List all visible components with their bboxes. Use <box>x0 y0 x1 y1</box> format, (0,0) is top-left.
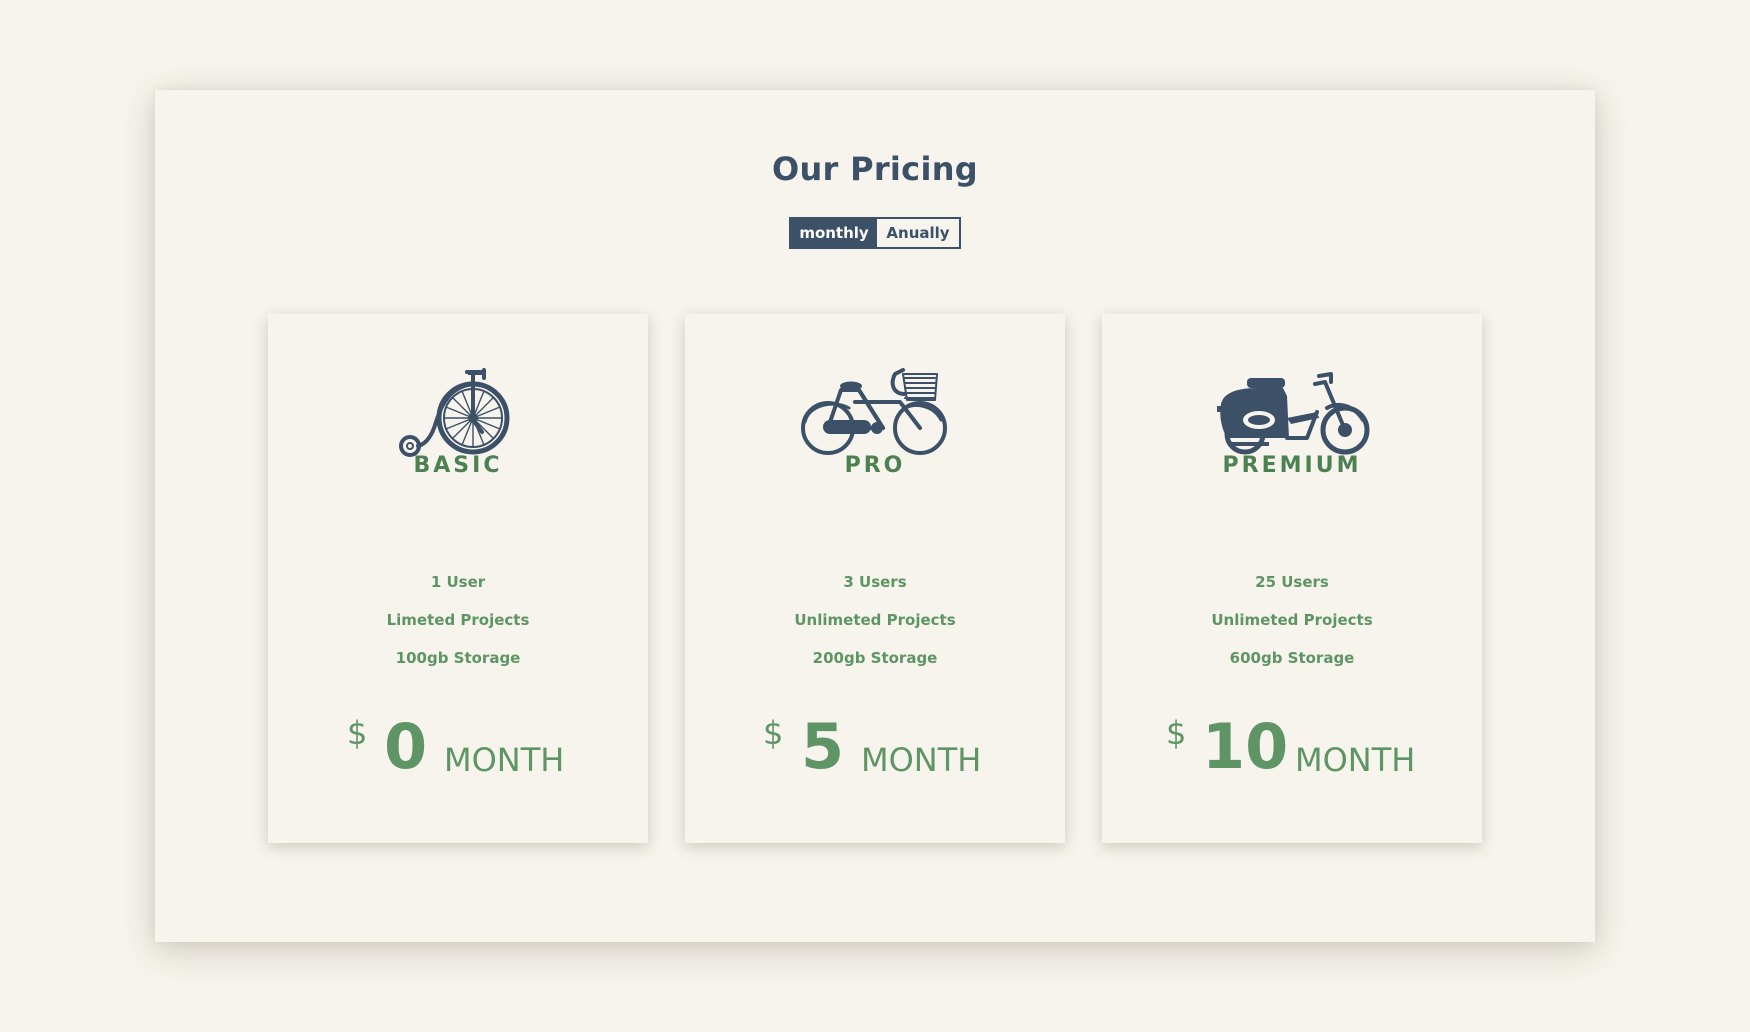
price-amount: 0 <box>384 710 428 783</box>
billing-toggle: monthly Anually <box>789 217 961 249</box>
feature-users: 1 User <box>430 573 486 591</box>
bicycle-icon <box>685 362 1065 462</box>
price-period: MONTH <box>861 741 982 779</box>
plan-card-premium[interactable]: PREMIUM 25 Users Unlimeted Projects 600g… <box>1102 314 1482 843</box>
price: $ 10 MONTH <box>1102 714 1482 794</box>
feature-list: 1 User Limeted Projects 100gb Storage <box>268 572 648 686</box>
plan-name: BASIC <box>413 453 503 478</box>
feature-users: 25 Users <box>1255 573 1329 591</box>
price: $ 0 MONTH <box>268 714 648 794</box>
feature-projects: Unlimeted Projects <box>1211 611 1373 629</box>
penny-farthing-icon <box>268 362 648 462</box>
page-title: Our Pricing <box>771 150 979 188</box>
price-period: MONTH <box>444 741 565 779</box>
plan-name: PRO <box>844 453 906 478</box>
plan-name: PREMIUM <box>1222 453 1362 478</box>
monthly-toggle-button[interactable]: monthly <box>791 219 877 247</box>
currency-symbol: $ <box>1166 714 1187 752</box>
currency-symbol: $ <box>763 714 784 752</box>
feature-list: 3 Users Unlimeted Projects 200gb Storage <box>685 572 1065 686</box>
currency-symbol: $ <box>347 714 368 752</box>
price-amount: 10 <box>1202 710 1289 783</box>
feature-projects: Unlimeted Projects <box>794 611 956 629</box>
price: $ 5 MONTH <box>685 714 1065 794</box>
feature-storage: 200gb Storage <box>812 649 938 667</box>
annually-toggle-button[interactable]: Anually <box>877 219 959 247</box>
feature-storage: 600gb Storage <box>1229 649 1355 667</box>
feature-projects: Limeted Projects <box>386 611 530 629</box>
plan-card-pro[interactable]: PRO 3 Users Unlimeted Projects 200gb Sto… <box>685 314 1065 843</box>
pricing-panel: Our Pricing monthly Anually BASIC 1 User… <box>155 90 1595 942</box>
feature-users: 3 Users <box>843 573 907 591</box>
price-amount: 5 <box>801 710 845 783</box>
feature-list: 25 Users Unlimeted Projects 600gb Storag… <box>1102 572 1482 686</box>
scooter-icon <box>1102 362 1482 462</box>
feature-storage: 100gb Storage <box>395 649 521 667</box>
plan-card-basic[interactable]: BASIC 1 User Limeted Projects 100gb Stor… <box>268 314 648 843</box>
price-period: MONTH <box>1295 741 1416 779</box>
